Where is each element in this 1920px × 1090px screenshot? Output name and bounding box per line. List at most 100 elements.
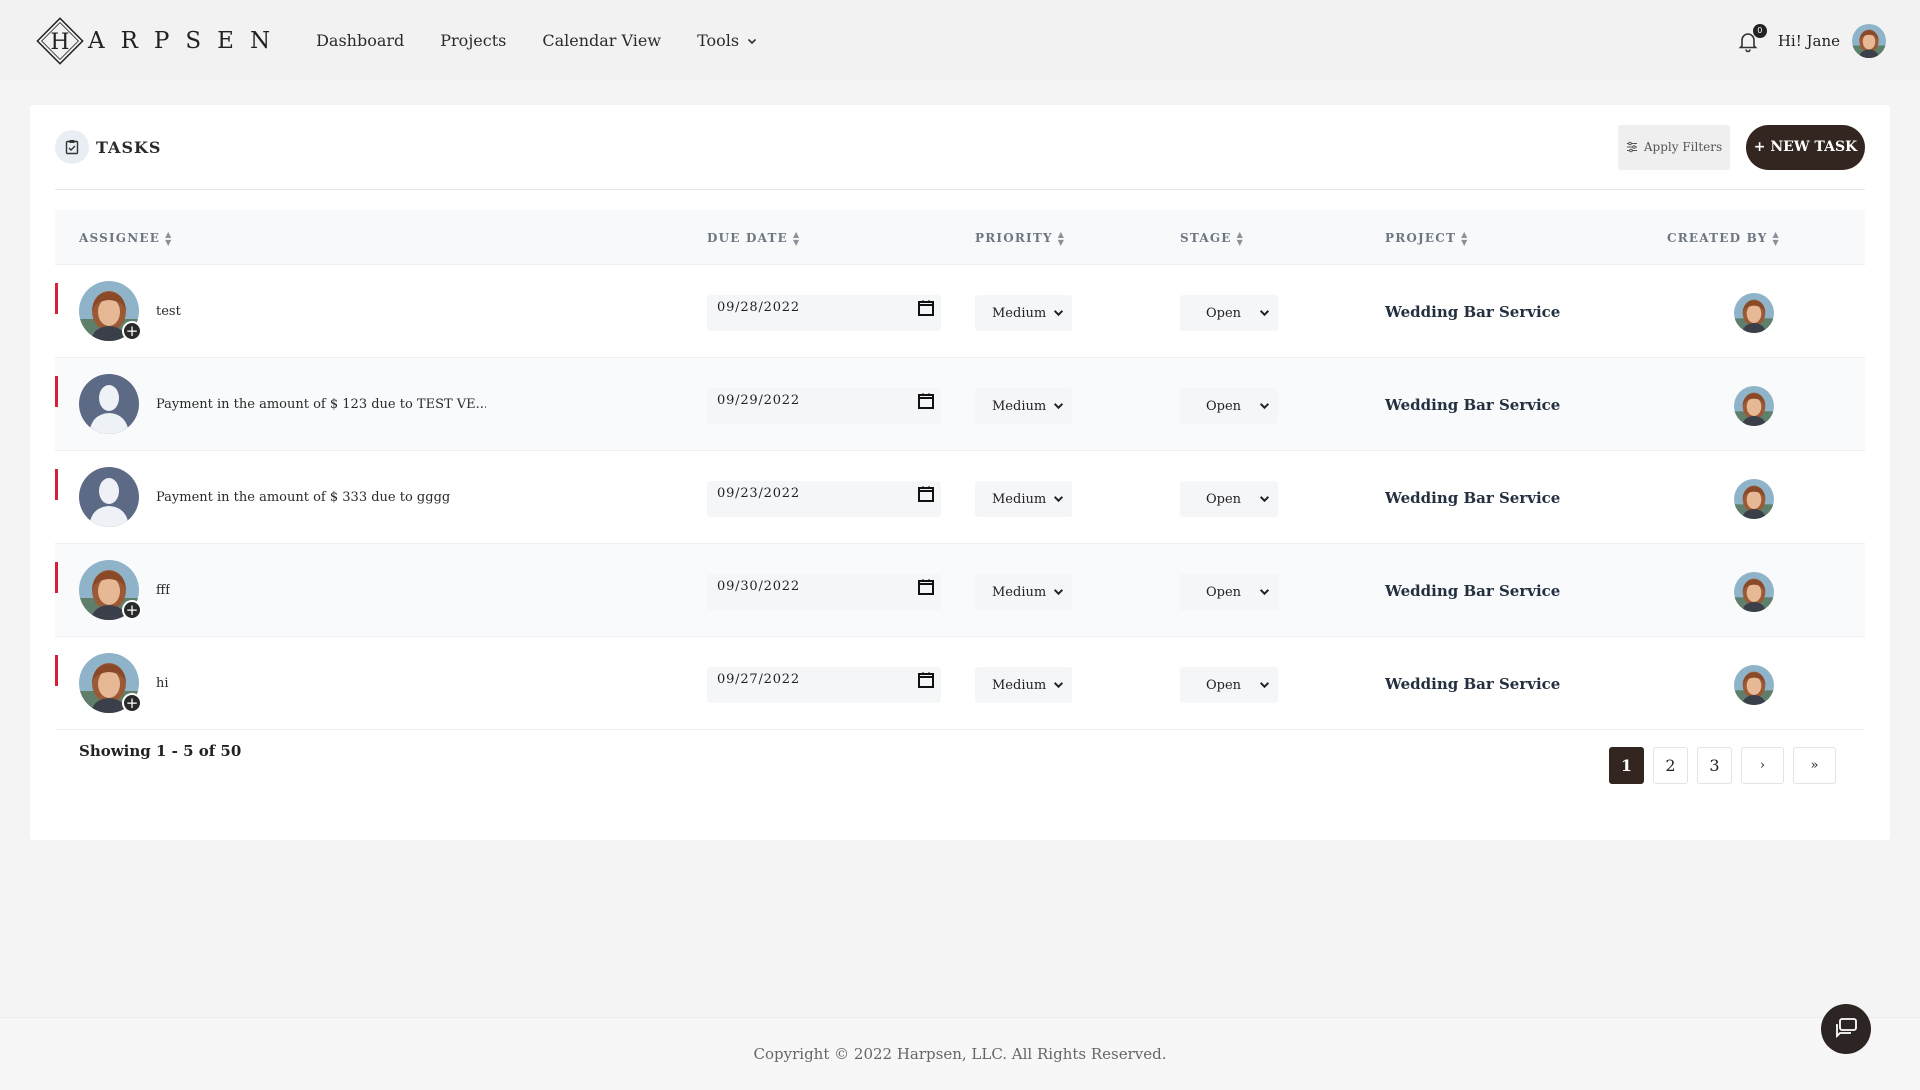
chevron-down-icon (1053, 403, 1064, 410)
next-page-button[interactable]: › (1741, 747, 1784, 784)
assignee-avatar[interactable] (79, 374, 139, 434)
nav-calendar-view[interactable]: Calendar View (542, 31, 661, 50)
stage-select[interactable]: Open (1180, 574, 1278, 610)
project-link[interactable]: Wedding Bar Service (1385, 358, 1560, 451)
chevron-down-icon (1259, 310, 1270, 317)
stage-value: Open (1206, 398, 1242, 414)
sort-icon: ▲ ▼ (1057, 228, 1066, 247)
column-created-by-label: CREATED BY (1667, 230, 1768, 245)
column-project[interactable]: PROJECT ▲ ▼ (1385, 210, 1469, 265)
column-project-label: PROJECT (1385, 230, 1457, 245)
apply-filters-button[interactable]: Apply Filters (1618, 124, 1730, 170)
column-priority-label: PRIORITY (975, 230, 1053, 245)
column-stage[interactable]: STAGE ▲ ▼ (1180, 210, 1244, 265)
calendar-icon[interactable] (917, 671, 935, 689)
stage-select[interactable]: Open (1180, 481, 1278, 517)
table-row[interactable]: + fff 09/30/2022 Medium Open Wedding Bar Serv… (55, 544, 1865, 637)
page-3-button[interactable]: 3 (1697, 747, 1732, 784)
column-created-by[interactable]: CREATED BY ▲ ▼ (1667, 210, 1780, 265)
page-1-button[interactable]: 1 (1609, 747, 1644, 784)
priority-select[interactable]: Medium (975, 574, 1072, 610)
task-name[interactable]: hi (156, 637, 169, 730)
chat-bubbles-icon (1836, 1018, 1857, 1039)
nav-tools[interactable]: Tools (697, 31, 757, 50)
sort-icon: ▲ ▼ (1236, 228, 1245, 247)
brand-logo[interactable]: H ARPSEN (34, 15, 286, 67)
chevron-down-icon (1053, 310, 1064, 317)
chevron-down-icon (1259, 403, 1270, 410)
project-link[interactable]: Wedding Bar Service (1385, 544, 1560, 637)
task-name[interactable]: fff (156, 544, 170, 637)
main-nav: Dashboard Projects Calendar View Tools (316, 31, 757, 50)
due-date-input[interactable]: 09/30/2022 (707, 574, 941, 610)
last-page-button[interactable]: » (1793, 747, 1836, 784)
assignee-avatar[interactable] (79, 467, 139, 527)
add-assignee-icon[interactable]: + (122, 600, 142, 620)
new-task-button[interactable]: + NEW TASK (1746, 124, 1865, 170)
stage-value: Open (1206, 677, 1242, 693)
project-link[interactable]: Wedding Bar Service (1385, 637, 1560, 730)
footer: Copyright © 2022 Harpsen, LLC. All Right… (0, 1017, 1920, 1090)
task-name[interactable]: Payment in the amount of $ 333 due to gg… (156, 451, 450, 544)
priority-select[interactable]: Medium (975, 388, 1072, 424)
table-row[interactable]: Payment in the amount of $ 333 due to gg… (55, 451, 1865, 544)
project-link[interactable]: Wedding Bar Service (1385, 265, 1560, 358)
sliders-icon (1626, 141, 1637, 153)
chevron-down-icon (1259, 496, 1270, 503)
priority-indicator (55, 283, 58, 314)
priority-select[interactable]: Medium (975, 481, 1072, 517)
user-area: 0 Hi! Jane (1736, 23, 1886, 58)
clipboard-check-icon (55, 130, 89, 164)
table-row[interactable]: + hi 09/27/2022 Medium Open Wedding Bar Servi… (55, 637, 1865, 730)
table-body: + test 09/28/2022 Medium Open Wedding Bar Ser… (55, 265, 1865, 730)
due-date-value: 09/29/2022 (717, 393, 800, 408)
priority-indicator (55, 655, 58, 686)
stage-select[interactable]: Open (1180, 295, 1278, 331)
page-2-button[interactable]: 2 (1653, 747, 1688, 784)
task-name[interactable]: Payment in the amount of $ 123 due to TE… (156, 358, 486, 451)
column-stage-label: STAGE (1180, 230, 1232, 245)
due-date-input[interactable]: 09/28/2022 (707, 295, 941, 331)
brand-name: ARPSEN (88, 27, 287, 54)
calendar-icon[interactable] (917, 392, 935, 410)
chat-button[interactable] (1821, 1004, 1871, 1054)
user-greeting[interactable]: Hi! Jane (1778, 32, 1840, 50)
creator-avatar (1734, 665, 1774, 705)
sort-icon: ▲ ▼ (1461, 228, 1469, 247)
stage-value: Open (1206, 305, 1242, 321)
stage-select[interactable]: Open (1180, 388, 1278, 424)
calendar-icon[interactable] (917, 578, 935, 596)
priority-select[interactable]: Medium (975, 295, 1072, 331)
nav-projects[interactable]: Projects (440, 31, 506, 50)
project-link[interactable]: Wedding Bar Service (1385, 451, 1560, 544)
priority-indicator (55, 469, 58, 500)
nav-dashboard[interactable]: Dashboard (316, 31, 404, 50)
table-row[interactable]: + test 09/28/2022 Medium Open Wedding Bar Ser… (55, 265, 1865, 358)
column-assignee[interactable]: ASSIGNEE ▲ ▼ (79, 210, 172, 265)
pagination: 1 2 3 › » (1609, 747, 1836, 784)
notification-count-badge: 0 (1752, 23, 1767, 38)
logo-mark-icon: H (34, 15, 86, 67)
due-date-input[interactable]: 09/23/2022 (707, 481, 941, 517)
add-assignee-icon[interactable]: + (122, 693, 142, 713)
column-priority[interactable]: PRIORITY ▲ ▼ (975, 210, 1065, 265)
calendar-icon[interactable] (917, 485, 935, 503)
stage-select[interactable]: Open (1180, 667, 1278, 703)
chevron-down-icon (1053, 682, 1064, 689)
table-row[interactable]: Payment in the amount of $ 123 due to TE… (55, 358, 1865, 451)
sort-icon: ▲ ▼ (1772, 228, 1780, 247)
priority-select[interactable]: Medium (975, 667, 1072, 703)
user-avatar[interactable] (1852, 24, 1886, 58)
calendar-icon[interactable] (917, 299, 935, 317)
due-date-input[interactable]: 09/27/2022 (707, 667, 941, 703)
chevron-down-icon (1053, 589, 1064, 596)
task-name[interactable]: test (156, 265, 181, 358)
add-assignee-icon[interactable]: + (122, 321, 142, 341)
creator-avatar (1734, 479, 1774, 519)
copyright-text: Copyright © 2022 Harpsen, LLC. All Right… (753, 1045, 1167, 1063)
chevron-down-icon (1259, 589, 1270, 596)
creator-avatar (1734, 572, 1774, 612)
column-due-date[interactable]: DUE DATE ▲ ▼ (707, 210, 800, 265)
due-date-input[interactable]: 09/29/2022 (707, 388, 941, 424)
notifications-button[interactable]: 0 (1736, 23, 1767, 53)
